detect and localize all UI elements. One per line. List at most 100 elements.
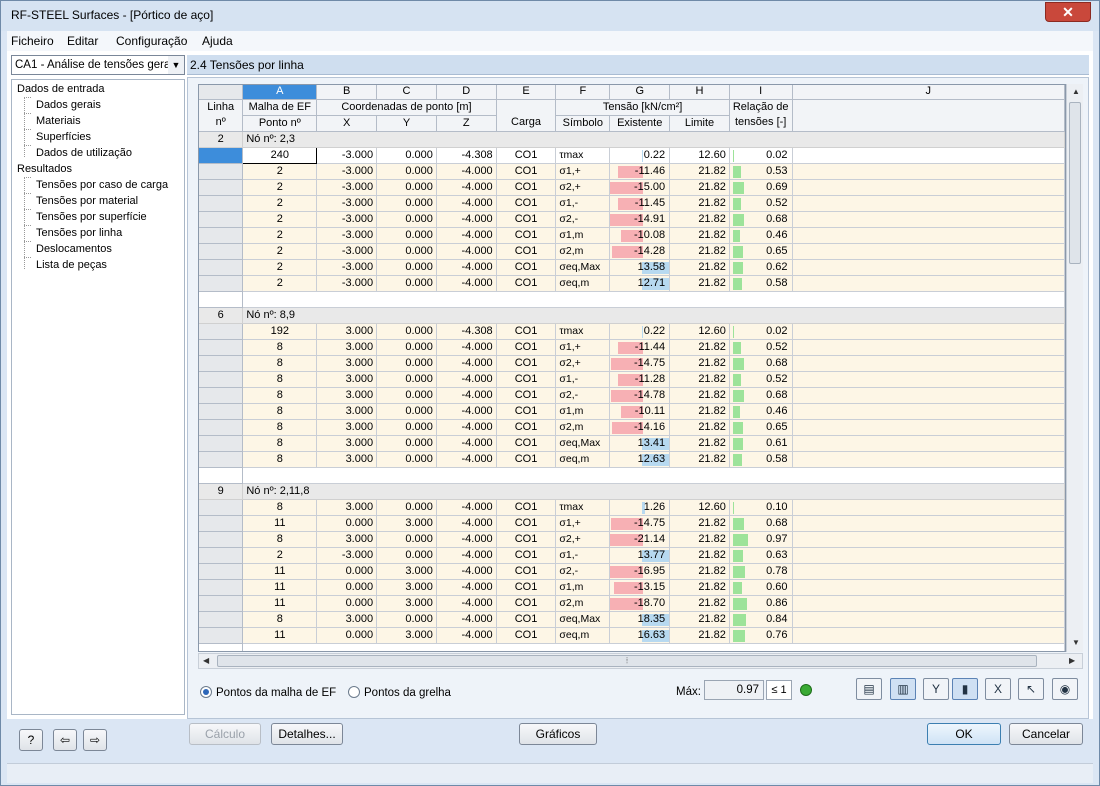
- mesh-point-cell[interactable]: 2: [242, 227, 318, 244]
- table-row[interactable]: 8 3.000 0.000 -4.000 CO1 σeq,m 12.63 21.82 0.58: [199, 451, 1065, 468]
- table-row[interactable]: 11 0.000 3.000 -4.000 CO1 σeq,m 16.63 21.82 0.76: [199, 627, 1065, 644]
- table-row[interactable]: 2 -3.000 0.000 -4.000 CO1 σ2,+ -15.00 21.82 0.69: [199, 179, 1065, 196]
- group-line-number[interactable]: 9: [199, 483, 244, 500]
- row-header[interactable]: [199, 563, 244, 580]
- table-row[interactable]: 8 3.000 0.000 -4.000 CO1 σ2,+ -21.14 21.82 0.97: [199, 531, 1065, 548]
- col-letter-b[interactable]: B: [316, 85, 378, 100]
- menu-editar[interactable]: Editar: [67, 34, 98, 48]
- row-header[interactable]: [199, 339, 244, 356]
- table-row[interactable]: 8 3.000 0.000 -4.000 CO1 σ1,- -11.28 21.82 0.52: [199, 371, 1065, 388]
- cancel-button[interactable]: Cancelar: [1009, 723, 1083, 745]
- tree-results[interactable]: Resultados: [17, 162, 72, 176]
- table-row[interactable]: 2 -3.000 0.000 -4.000 CO1 σ2,- -14.91 21.82 0.68: [199, 211, 1065, 228]
- row-header[interactable]: [199, 451, 244, 468]
- mesh-point-cell[interactable]: 8: [242, 419, 318, 436]
- group-header-row[interactable]: 2 Nó nº: 2,3: [199, 131, 1065, 148]
- results-table[interactable]: A B C D E F G H I J Linha Malha de EF Co…: [198, 84, 1066, 652]
- col-letter-f[interactable]: F: [555, 85, 611, 100]
- col-letter-i[interactable]: I: [729, 85, 793, 100]
- help-icon[interactable]: ?: [19, 729, 43, 751]
- row-header[interactable]: [199, 259, 244, 276]
- tree-item-dados-gerais[interactable]: Dados gerais: [36, 98, 101, 112]
- row-header[interactable]: [199, 595, 244, 612]
- tree-item-materiais[interactable]: Materiais: [36, 114, 81, 128]
- table-row[interactable]: 8 3.000 0.000 -4.000 CO1 σ1,m -10.11 21.82 0.46: [199, 403, 1065, 420]
- table-row[interactable]: 2 -3.000 0.000 -4.000 CO1 σ1,m -10.08 21.82 0.46: [199, 227, 1065, 244]
- table-row[interactable]: 2 -3.000 0.000 -4.000 CO1 σ2,m -14.28 21.82 0.65: [199, 243, 1065, 260]
- col-letter-j[interactable]: J: [792, 85, 1065, 100]
- row-header[interactable]: [199, 275, 244, 292]
- filter-y-icon[interactable]: Y: [923, 678, 949, 700]
- group-line-number[interactable]: 6: [199, 307, 244, 324]
- menu-ajuda[interactable]: Ajuda: [202, 34, 233, 48]
- table-row[interactable]: 11 0.000 3.000 -4.000 CO1 σ1,+ -14.75 21.82 0.68: [199, 515, 1065, 532]
- case-selector[interactable]: CA1 - Análise de tensões geral c ▼: [11, 55, 185, 75]
- calc-button[interactable]: Cálculo: [189, 723, 261, 745]
- table-row[interactable]: 11 0.000 3.000 -4.000 CO1 σ1,m -13.15 21.82 0.60: [199, 579, 1065, 596]
- row-header[interactable]: [199, 195, 244, 212]
- row-header[interactable]: [199, 291, 244, 308]
- table-row[interactable]: 2 -3.000 0.000 -4.000 CO1 σ1,- 13.77 21.82 0.63: [199, 547, 1065, 564]
- table-row[interactable]: 240 -3.000 0.000 -4.308 CO1 τmax 0.22 12.60 0.02: [199, 146, 1065, 164]
- col-letter-e[interactable]: E: [496, 85, 557, 100]
- excel-export-icon[interactable]: X: [985, 678, 1011, 700]
- tree-item-tensoes-superficie[interactable]: Tensões por superfície: [36, 210, 147, 224]
- horizontal-scroll-thumb[interactable]: ⦙: [217, 655, 1037, 667]
- color-scale-icon[interactable]: ▮: [952, 678, 978, 700]
- row-header[interactable]: [199, 643, 244, 651]
- group-line-number[interactable]: 2: [199, 131, 244, 148]
- mesh-point-cell[interactable]: 8: [242, 371, 318, 388]
- row-header[interactable]: [199, 211, 244, 228]
- table-row[interactable]: 8 3.000 0.000 -4.000 CO1 σ2,m -14.16 21.82 0.65: [199, 419, 1065, 436]
- group-header-row[interactable]: 6 Nó nº: 8,9: [199, 307, 1065, 324]
- col-letter-c[interactable]: C: [376, 85, 437, 100]
- mesh-point-cell[interactable]: 192: [242, 323, 318, 340]
- bar-chart-icon[interactable]: ▥: [890, 678, 916, 700]
- pick-select-icon[interactable]: ↖: [1018, 678, 1044, 700]
- mesh-point-cell[interactable]: 2: [242, 243, 318, 260]
- row-header[interactable]: [199, 243, 244, 260]
- import-icon[interactable]: ⇦: [53, 729, 77, 751]
- table-row[interactable]: 11 0.000 3.000 -4.000 CO1 σ2,m -18.70 21.82 0.86: [199, 595, 1065, 612]
- mesh-point-cell[interactable]: 2: [242, 259, 318, 276]
- mesh-point-cell[interactable]: 2: [242, 211, 318, 228]
- table-row[interactable]: 11 0.000 3.000 -4.000 CO1 σ2,- -16.95 21.82 0.78: [199, 563, 1065, 580]
- scroll-down-icon[interactable]: ▼: [1072, 638, 1080, 647]
- table-row[interactable]: 8 3.000 0.000 -4.000 CO1 τmax 1.26 12.60 0.10: [199, 499, 1065, 516]
- view-eye-icon[interactable]: ◉: [1052, 678, 1078, 700]
- close-button[interactable]: ✕: [1045, 2, 1091, 22]
- export-icon[interactable]: ⇨: [83, 729, 107, 751]
- mesh-point-cell[interactable]: 8: [242, 451, 318, 468]
- tree-item-lista-pecas[interactable]: Lista de peças: [36, 258, 107, 272]
- mesh-point-cell[interactable]: 11: [242, 563, 318, 580]
- row-header[interactable]: [199, 547, 244, 564]
- row-header[interactable]: [199, 371, 244, 388]
- mesh-point-cell[interactable]: 8: [242, 339, 318, 356]
- chevron-down-icon[interactable]: ▼: [168, 56, 184, 74]
- scroll-right-icon[interactable]: ▶: [1069, 656, 1075, 665]
- mesh-point-cell[interactable]: 11: [242, 627, 318, 644]
- tree-item-tensoes-material[interactable]: Tensões por material: [36, 194, 138, 208]
- mesh-point-cell[interactable]: 240: [242, 146, 318, 164]
- table-row[interactable]: 8 3.000 0.000 -4.000 CO1 σeq,Max 18.35 21.82 0.8…: [199, 611, 1065, 628]
- mesh-point-cell[interactable]: 8: [242, 531, 318, 548]
- col-letter-d[interactable]: D: [436, 85, 497, 100]
- table-row[interactable]: 8 3.000 0.000 -4.000 CO1 σ2,+ -14.75 21.82 0.68: [199, 355, 1065, 372]
- vertical-scroll-thumb[interactable]: [1069, 102, 1081, 264]
- table-row[interactable]: 2 -3.000 0.000 -4.000 CO1 σeq,m 12.71 21.82 0.58: [199, 275, 1065, 292]
- row-header[interactable]: [199, 163, 244, 180]
- row-header[interactable]: [199, 403, 244, 420]
- table-row[interactable]: 8 3.000 0.000 -4.000 CO1 σ2,- -14.78 21.82 0.68: [199, 387, 1065, 404]
- mesh-point-cell[interactable]: 8: [242, 499, 318, 516]
- vertical-scrollbar[interactable]: ▲ ▼: [1066, 84, 1083, 652]
- table-filter-icon[interactable]: ▤: [856, 678, 882, 700]
- row-header[interactable]: [199, 467, 244, 484]
- row-header[interactable]: [199, 435, 244, 452]
- mesh-point-cell[interactable]: 2: [242, 195, 318, 212]
- table-row[interactable]: 8 3.000 0.000 -4.000 CO1 σ1,+ -11.44 21.82 0.52: [199, 339, 1065, 356]
- tree-item-deslocamentos[interactable]: Deslocamentos: [36, 242, 112, 256]
- row-header[interactable]: [199, 515, 244, 532]
- mesh-point-cell[interactable]: 8: [242, 611, 318, 628]
- row-header[interactable]: [199, 323, 244, 340]
- mesh-point-cell[interactable]: 2: [242, 275, 318, 292]
